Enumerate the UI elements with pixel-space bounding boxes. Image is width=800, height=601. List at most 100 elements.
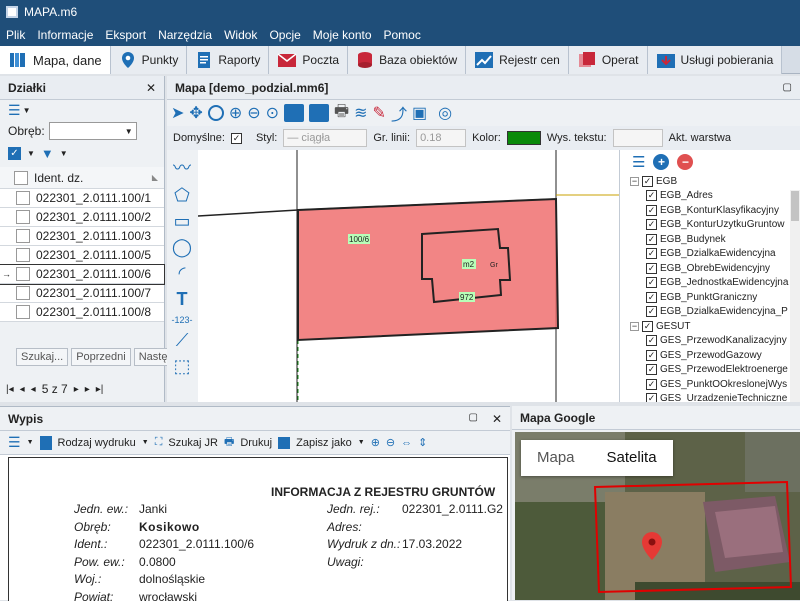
search-button[interactable]: Szukaj... [16,348,68,366]
tab-raporty[interactable]: Raporty [187,46,269,74]
layer-item[interactable]: ✓EGB_PunktGraniczny [630,290,800,305]
row-checkbox[interactable] [16,286,30,300]
layer-checkbox[interactable]: ✓ [646,335,657,346]
chevron-down-icon[interactable]: ▼ [142,439,149,446]
polygon-icon[interactable]: ⬠ [174,185,190,206]
print-button[interactable]: Drukuj [240,437,272,449]
layer-item[interactable]: ✓EGB_KonturKlasyfikacyjny [630,203,800,218]
default-checkbox[interactable]: ✓ [231,133,242,144]
layer-checkbox[interactable]: ✓ [646,393,657,402]
zoom-out-icon[interactable]: ⊖ [247,103,260,123]
zoom-out-icon[interactable]: ⊖ [386,436,395,449]
menu-item-moje-konto[interactable]: Moje konto [313,28,372,42]
obreb-select[interactable]: ▼ [49,122,137,140]
layers-icon[interactable]: ≋ [354,103,367,123]
tab-baza-obiektow[interactable]: Baza obiektów [348,46,466,74]
layer-checkbox[interactable]: ✓ [642,321,653,332]
layer-item[interactable]: ✓GES_PrzewodGazowy [630,348,800,363]
layer-checkbox[interactable]: ✓ [646,364,657,375]
chevron-down-icon[interactable]: ▼ [27,439,34,446]
layer-checkbox[interactable]: ✓ [646,248,657,259]
row-checkbox[interactable] [16,191,30,205]
layer-group[interactable]: −✓GESUT [630,319,800,334]
tab-uslugi-pobierania[interactable]: Usługi pobierania [648,46,783,74]
check-all-icon[interactable]: ✓ [8,147,21,160]
next-page-icon[interactable]: ▸ [85,384,90,395]
menu-item-pomoc[interactable]: Pomoc [384,28,421,42]
table-row[interactable]: 022301_2.0111.100/2 [0,208,164,227]
layer-item[interactable]: ✓EGB_Adres [630,189,800,204]
circle-icon[interactable]: ◯ [172,237,192,258]
layer-checkbox[interactable]: ✓ [646,263,657,274]
menu-item-plik[interactable]: Plik [6,28,25,42]
layer-item[interactable]: ✓GES_PunktOOkreslonejWys [630,377,800,392]
satellite-view[interactable]: Mapa Satelita [515,432,800,600]
layer-item[interactable]: ✓EGB_Budynek [630,232,800,247]
menu-item-narzedzia[interactable]: Narzędzia [158,28,212,42]
map-canvas[interactable]: 100/6 m2 Gr 972 [198,150,619,402]
maximize-icon[interactable]: ▢ [783,82,792,93]
layer-item[interactable]: ✓EGB_DzialkaEwidencyjna [630,247,800,262]
layer-checkbox[interactable]: ✓ [646,190,657,201]
layer-checkbox[interactable]: ✓ [646,350,657,361]
first-page-icon[interactable]: |◂ [6,384,14,395]
tab-operat[interactable]: Operat [569,46,648,74]
next-icon[interactable]: ▸ [74,384,79,395]
close-icon[interactable]: ✕ [492,412,502,426]
print-icon[interactable]: 🖶 [334,100,349,127]
table-row[interactable]: 022301_2.0111.100/1 [0,189,164,208]
select-frame-icon[interactable]: ⬚ [173,356,190,377]
zoom-in-icon[interactable]: ⊕ [229,103,242,123]
text-icon[interactable]: T [177,289,188,310]
style-select[interactable]: — ciągła [283,129,367,147]
color-swatch[interactable] [507,131,541,145]
fit-width-icon[interactable]: ⇔ [401,437,412,449]
row-checkbox[interactable] [16,267,30,281]
zoom-extent-icon[interactable]: ⊙ [266,103,279,123]
layer-item[interactable]: ✓EGB_JednostkaEwidencyjna [630,276,800,291]
satellite-type-button[interactable]: Satelita [591,440,673,476]
menu-icon[interactable]: ☰ [632,153,645,171]
layer-checkbox[interactable]: ✓ [646,292,657,303]
cut-line-icon[interactable]: ⟋ [176,330,189,351]
pointer-icon[interactable]: ➤ [171,103,184,123]
layer-item[interactable]: ✓GES_UrzadzenieTechniczne [630,392,800,403]
refresh-icon[interactable] [309,104,329,122]
chevron-down-icon[interactable]: ▼ [27,149,35,158]
map-type-button[interactable]: Mapa [521,440,591,476]
arc-icon[interactable]: ◜ [179,263,186,284]
polyline-icon[interactable]: 〰 [173,154,191,180]
layer-checkbox[interactable]: ✓ [646,205,657,216]
rectangle-icon[interactable]: ▭ [173,211,190,232]
last-page-icon[interactable]: ▸| [96,384,104,395]
line-width-input[interactable]: 0.18 [416,129,466,147]
tab-poczta[interactable]: Poczta [269,46,348,74]
search-jr-button[interactable]: Szukaj JR [168,437,218,449]
row-checkbox[interactable] [16,229,30,243]
filter-icon[interactable]: ▼ [41,146,54,161]
prev-icon[interactable]: ◂ [31,384,36,395]
print-type-button[interactable]: Rodzaj wydruku [58,437,136,449]
menu-item-eksport[interactable]: Eksport [105,28,146,42]
fit-window-icon[interactable] [284,104,304,122]
row-checkbox[interactable] [16,248,30,262]
table-row[interactable]: 022301_2.0111.100/8 [0,303,164,322]
edit-icon[interactable]: ✎ [373,103,386,123]
chevron-down-icon[interactable]: ▼ [60,149,68,158]
maximize-icon[interactable]: ▢ [468,412,477,426]
table-row[interactable]: →022301_2.0111.100/6 [0,265,164,284]
zoom-search-icon[interactable] [208,105,224,121]
chevron-down-icon[interactable]: ▼ [358,439,365,446]
layer-item[interactable]: ✓GES_PrzewodElektroenerge [630,363,800,378]
layer-item[interactable]: ✓EGB_ObrebEwidencyjny [630,261,800,276]
layer-item[interactable]: ✓EGB_KonturUzytkuGruntow [630,218,800,233]
dimension-icon[interactable]: -123- [171,315,192,325]
column-header-ident[interactable]: Ident. dz. [34,171,152,185]
header-checkbox[interactable] [14,171,28,185]
layer-checkbox[interactable]: ✓ [646,219,657,230]
layer-checkbox[interactable]: ✓ [642,176,653,187]
chevron-down-icon[interactable]: ▼ [23,106,31,115]
text-height-select[interactable] [613,129,663,147]
menu-item-informacje[interactable]: Informacje [37,28,93,42]
remove-layer-icon[interactable]: − [677,154,693,170]
